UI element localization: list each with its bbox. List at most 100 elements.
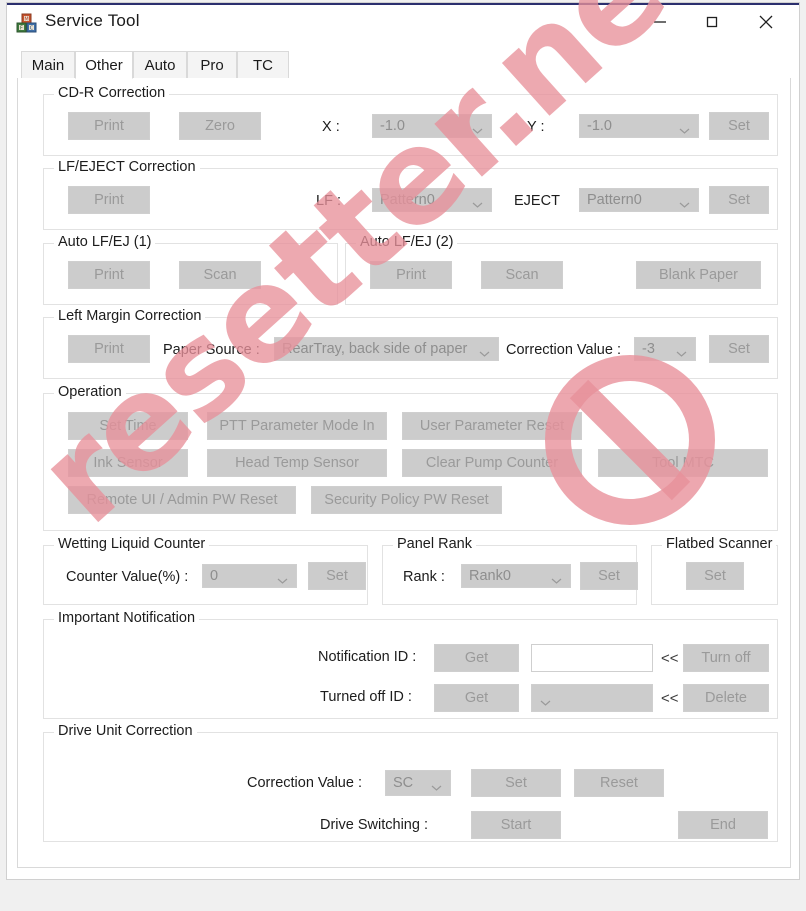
group-lf-eject-label: LF/EJECT Correction xyxy=(54,159,200,175)
counter-value-label: Counter Value(%) : xyxy=(66,569,189,585)
chevron-down-icon xyxy=(679,123,690,134)
tab-main-label: Main xyxy=(31,56,65,74)
group-important-notification: Important Notification Notification ID :… xyxy=(43,610,778,719)
blocks-icon: M F C xyxy=(15,11,39,35)
group-wetting-label: Wetting Liquid Counter xyxy=(54,536,210,552)
close-icon[interactable] xyxy=(743,3,789,41)
ink-sensor-label: Ink Sensor xyxy=(93,455,163,471)
turned-off-id-get-button[interactable]: Get xyxy=(434,684,519,712)
drive-correction-value: SC xyxy=(393,775,414,791)
left-margin-set-label: Set xyxy=(728,341,750,357)
cdr-set-button[interactable]: Set xyxy=(709,112,769,140)
lf-combo[interactable]: Pattern0 xyxy=(372,188,492,212)
lfeject-set-button[interactable]: Set xyxy=(709,186,769,214)
drive-correction-value-combo[interactable]: SC xyxy=(385,770,451,796)
tab-pro[interactable]: Pro xyxy=(187,51,237,79)
wetting-set-label: Set xyxy=(326,568,348,584)
left-margin-correction-combo[interactable]: -3 xyxy=(634,337,696,361)
minimize-icon[interactable] xyxy=(637,3,683,41)
lfeject-set-label: Set xyxy=(728,192,750,208)
user-parameter-reset-button[interactable]: User Parameter Reset xyxy=(402,412,582,440)
cdr-y-combo[interactable]: -1.0 xyxy=(579,114,699,138)
paper-source-combo[interactable]: RearTray, back side of paper xyxy=(274,337,499,361)
svg-text:M: M xyxy=(24,17,28,23)
drive-start-button[interactable]: Start xyxy=(471,811,561,839)
ptt-parameter-mode-in-label: PTT Parameter Mode In xyxy=(219,418,375,434)
tab-strip: Main Other Auto Pro TC xyxy=(17,51,791,79)
remote-ui-admin-pw-reset-label: Remote UI / Admin PW Reset xyxy=(86,492,278,508)
tab-auto[interactable]: Auto xyxy=(133,51,187,79)
tab-page-other: CD-R Correction Print Zero X : -1.0 Y : … xyxy=(17,78,791,868)
chevron-down-icon xyxy=(472,197,483,208)
group-left-margin-label: Left Margin Correction xyxy=(54,308,206,324)
auto-lfej1-print-button[interactable]: Print xyxy=(68,261,150,289)
maximize-icon[interactable] xyxy=(689,3,735,41)
chevron-down-icon xyxy=(679,197,690,208)
notification-id-input[interactable] xyxy=(531,644,653,672)
notification-id-chevrons[interactable]: << xyxy=(661,648,679,668)
drive-correction-value-label: Correction Value : xyxy=(247,775,362,791)
rank-combo[interactable]: Rank0 xyxy=(461,564,571,588)
drive-set-button[interactable]: Set xyxy=(471,769,561,797)
turned-off-id-label: Turned off ID : xyxy=(320,689,412,705)
cdr-print-button[interactable]: Print xyxy=(68,112,150,140)
notification-id-get-button[interactable]: Get xyxy=(434,644,519,672)
service-tool-window: M F C Service Tool Main Other Auto Pro T… xyxy=(6,2,800,880)
auto-lfej2-print-button[interactable]: Print xyxy=(370,261,452,289)
group-cdr-correction: CD-R Correction Print Zero X : -1.0 Y : … xyxy=(43,85,778,156)
auto-lfej2-scan-button[interactable]: Scan xyxy=(481,261,563,289)
tab-other[interactable]: Other xyxy=(75,51,133,79)
ptt-parameter-mode-in-button[interactable]: PTT Parameter Mode In xyxy=(207,412,387,440)
cdr-y-label: Y : xyxy=(527,119,545,135)
delete-button[interactable]: Delete xyxy=(683,684,769,712)
eject-combo[interactable]: Pattern0 xyxy=(579,188,699,212)
window-title: Service Tool xyxy=(45,11,140,30)
tab-other-label: Other xyxy=(85,56,123,74)
auto-lfej2-blank-paper-button[interactable]: Blank Paper xyxy=(636,261,761,289)
head-temp-sensor-button[interactable]: Head Temp Sensor xyxy=(207,449,387,477)
tool-mtc-button[interactable]: Tool MTC xyxy=(598,449,768,477)
panel-rank-set-button[interactable]: Set xyxy=(580,562,638,590)
group-operation-label: Operation xyxy=(54,384,126,400)
left-margin-print-button[interactable]: Print xyxy=(68,335,150,363)
left-margin-set-button[interactable]: Set xyxy=(709,335,769,363)
title-bar: M F C Service Tool xyxy=(7,3,799,43)
rank-label: Rank : xyxy=(403,569,445,585)
turned-off-id-chevrons[interactable]: << xyxy=(661,688,679,708)
security-policy-pw-reset-label: Security Policy PW Reset xyxy=(324,492,489,508)
cdr-y-value: -1.0 xyxy=(587,118,612,134)
security-policy-pw-reset-button[interactable]: Security Policy PW Reset xyxy=(311,486,502,514)
turned-off-id-combo[interactable] xyxy=(531,684,653,712)
lfeject-print-button[interactable]: Print xyxy=(68,186,150,214)
auto-lfej2-print-label: Print xyxy=(396,267,426,283)
cdr-x-combo[interactable]: -1.0 xyxy=(372,114,492,138)
cdr-zero-button[interactable]: Zero xyxy=(179,112,261,140)
cdr-set-label: Set xyxy=(728,118,750,134)
flatbed-set-button[interactable]: Set xyxy=(686,562,744,590)
svg-text:F: F xyxy=(20,26,23,32)
left-margin-correction-value: -3 xyxy=(642,341,655,357)
ink-sensor-button[interactable]: Ink Sensor xyxy=(68,449,188,477)
rank-value: Rank0 xyxy=(469,568,511,584)
chevron-down-icon xyxy=(479,346,490,357)
drive-end-button[interactable]: End xyxy=(678,811,768,839)
set-time-button[interactable]: Set Time xyxy=(68,412,188,440)
notification-id-label: Notification ID : xyxy=(318,649,417,665)
auto-lfej1-scan-label: Scan xyxy=(203,267,237,283)
group-auto-lfej-1: Auto LF/EJ (1) Print Scan xyxy=(43,234,338,305)
tab-tc[interactable]: TC xyxy=(237,51,289,79)
counter-value-combo[interactable]: 0 xyxy=(202,564,297,588)
group-important-notification-label: Important Notification xyxy=(54,610,200,626)
auto-lfej2-scan-label: Scan xyxy=(505,267,539,283)
remote-ui-admin-pw-reset-button[interactable]: Remote UI / Admin PW Reset xyxy=(68,486,296,514)
group-flatbed-scanner-label: Flatbed Scanner xyxy=(662,536,777,552)
tab-main[interactable]: Main xyxy=(21,51,75,79)
auto-lfej1-scan-button[interactable]: Scan xyxy=(179,261,261,289)
turn-off-label: Turn off xyxy=(701,650,751,666)
wetting-set-button[interactable]: Set xyxy=(308,562,366,590)
turn-off-button[interactable]: Turn off xyxy=(683,644,769,672)
eject-label: EJECT xyxy=(514,193,560,209)
clear-pump-counter-button[interactable]: Clear Pump Counter xyxy=(402,449,582,477)
cdr-zero-label: Zero xyxy=(205,118,235,134)
drive-reset-button[interactable]: Reset xyxy=(574,769,664,797)
